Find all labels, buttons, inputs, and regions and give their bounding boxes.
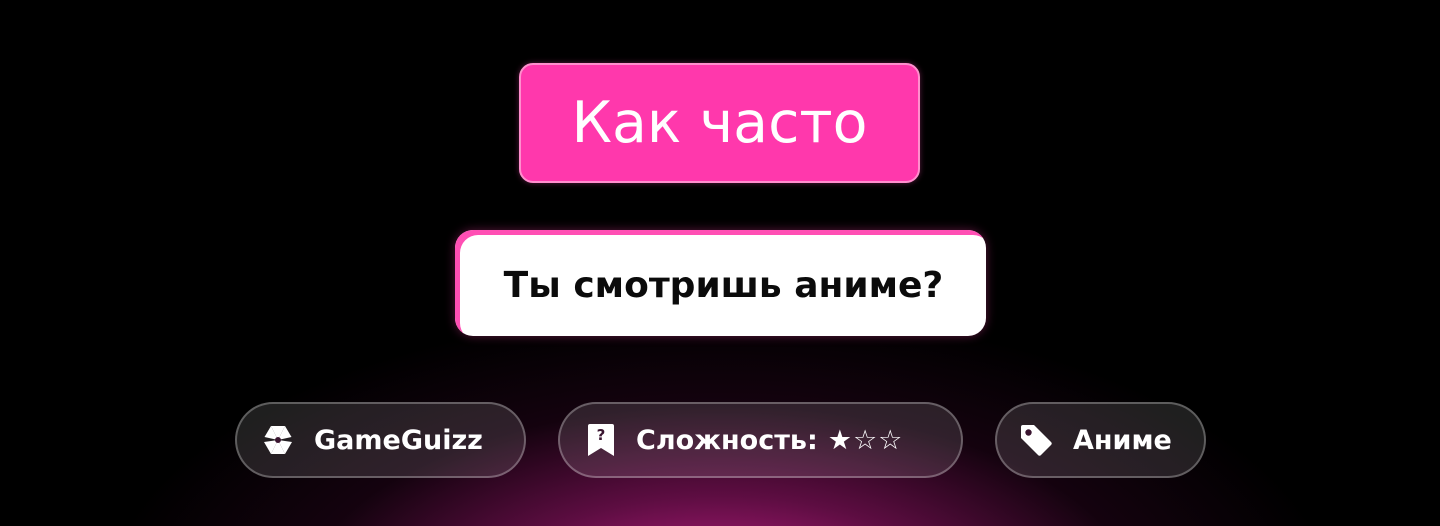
quiz-banner: Как часто Ты смотришь аниме? GameGuizz ?… (0, 0, 1440, 526)
question-pill: Ты смотришь аниме? (455, 230, 986, 336)
brand-label: GameGuizz (314, 424, 483, 456)
difficulty-stars: ★☆☆ (827, 424, 904, 456)
difficulty-label: Сложность: (636, 424, 818, 456)
topic-tag[interactable]: Аниме (995, 402, 1206, 478)
question-text: Ты смотришь аниме? (503, 264, 944, 306)
question-bookmark-icon: ? (586, 421, 616, 459)
difficulty-tag[interactable]: ? Сложность: ★☆☆ (558, 402, 963, 478)
topic-label: Аниме (1073, 424, 1172, 456)
title-text: Как часто (571, 90, 868, 156)
svg-text:?: ? (597, 426, 606, 444)
tag-icon (1017, 421, 1055, 459)
title-pill: Как часто (519, 63, 920, 183)
gameguizz-logo-icon (258, 420, 298, 460)
brand-tag[interactable]: GameGuizz (235, 402, 526, 478)
